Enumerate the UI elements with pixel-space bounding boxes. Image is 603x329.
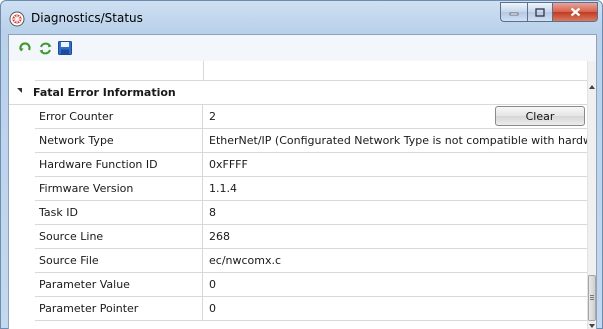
row-value: ec/nwcomx.c	[209, 254, 282, 267]
vertical-scrollbar[interactable]	[587, 61, 596, 329]
property-grid: Fatal Error Information Error Counter 2 …	[9, 61, 596, 329]
window-title: Diagnostics/Status	[31, 11, 143, 25]
window-controls	[500, 2, 598, 22]
row-name: Parameter Pointer	[35, 297, 203, 320]
row-hardware-function-id[interactable]: Hardware Function ID 0xFFFF	[35, 153, 587, 177]
row-value: 0xFFFF	[209, 158, 248, 171]
scrollbar-thumb[interactable]	[588, 275, 596, 321]
refresh-button[interactable]	[16, 39, 34, 57]
row-value: 0	[209, 302, 216, 315]
row-value: EtherNet/IP (Configurated Network Type i…	[209, 134, 587, 147]
scroll-up-arrow-icon[interactable]	[589, 85, 595, 89]
close-button[interactable]	[553, 2, 598, 22]
scroll-down-arrow-icon[interactable]	[589, 324, 595, 328]
title-bar[interactable]: Diagnostics/Status	[1, 1, 602, 34]
row-source-line[interactable]: Source Line 268	[35, 225, 587, 249]
maximize-button[interactable]	[527, 2, 553, 22]
row-source-file[interactable]: Source File ec/nwcomx.c	[35, 249, 587, 273]
row-name: Source Line	[35, 225, 203, 248]
group-header[interactable]: Fatal Error Information	[9, 81, 587, 105]
row-name: Firmware Version	[35, 177, 203, 200]
row-error-counter[interactable]: Error Counter 2 Clear	[35, 105, 587, 129]
row-parameter-value[interactable]: Parameter Value 0	[35, 273, 587, 297]
property-rows: Error Counter 2 Clear Network Type Ether…	[35, 105, 587, 321]
toolbar	[9, 35, 596, 61]
save-icon	[58, 41, 72, 55]
row-name: Hardware Function ID	[35, 153, 203, 176]
close-icon	[570, 7, 580, 17]
clear-button[interactable]: Clear	[495, 106, 585, 126]
row-firmware-version[interactable]: Firmware Version 1.1.4	[35, 177, 587, 201]
row-value: 0	[209, 278, 216, 291]
row-name: Source File	[35, 249, 203, 272]
sync-icon	[39, 42, 51, 54]
row-value: 1.1.4	[209, 182, 237, 195]
app-icon	[9, 11, 25, 27]
row-value: 268	[209, 230, 230, 243]
row-value: 2 Clear	[204, 105, 587, 128]
row-network-type[interactable]: Network Type EtherNet/IP (Configurated N…	[35, 129, 587, 153]
row-task-id[interactable]: Task ID 8	[35, 201, 587, 225]
minimize-button[interactable]	[500, 2, 527, 22]
row-name: Task ID	[35, 201, 203, 224]
previous-row-stub	[35, 61, 587, 81]
diagnostics-window: Diagnostics/Status Fatal Error Informati…	[0, 0, 603, 329]
collapse-triangle-icon[interactable]	[17, 88, 22, 93]
row-name: Parameter Value	[35, 273, 203, 296]
row-parameter-pointer[interactable]: Parameter Pointer 0	[35, 297, 587, 321]
group-title: Fatal Error Information	[33, 86, 176, 99]
save-button[interactable]	[56, 39, 74, 57]
refresh-icon	[19, 42, 31, 52]
minimize-icon	[509, 12, 519, 16]
client-area: Fatal Error Information Error Counter 2 …	[8, 34, 597, 329]
sync-button[interactable]	[36, 39, 54, 57]
maximize-icon	[535, 7, 545, 17]
row-value-text: 2	[209, 110, 216, 123]
row-name: Network Type	[35, 129, 203, 152]
row-name: Error Counter	[35, 105, 203, 128]
row-value: 8	[209, 206, 216, 219]
